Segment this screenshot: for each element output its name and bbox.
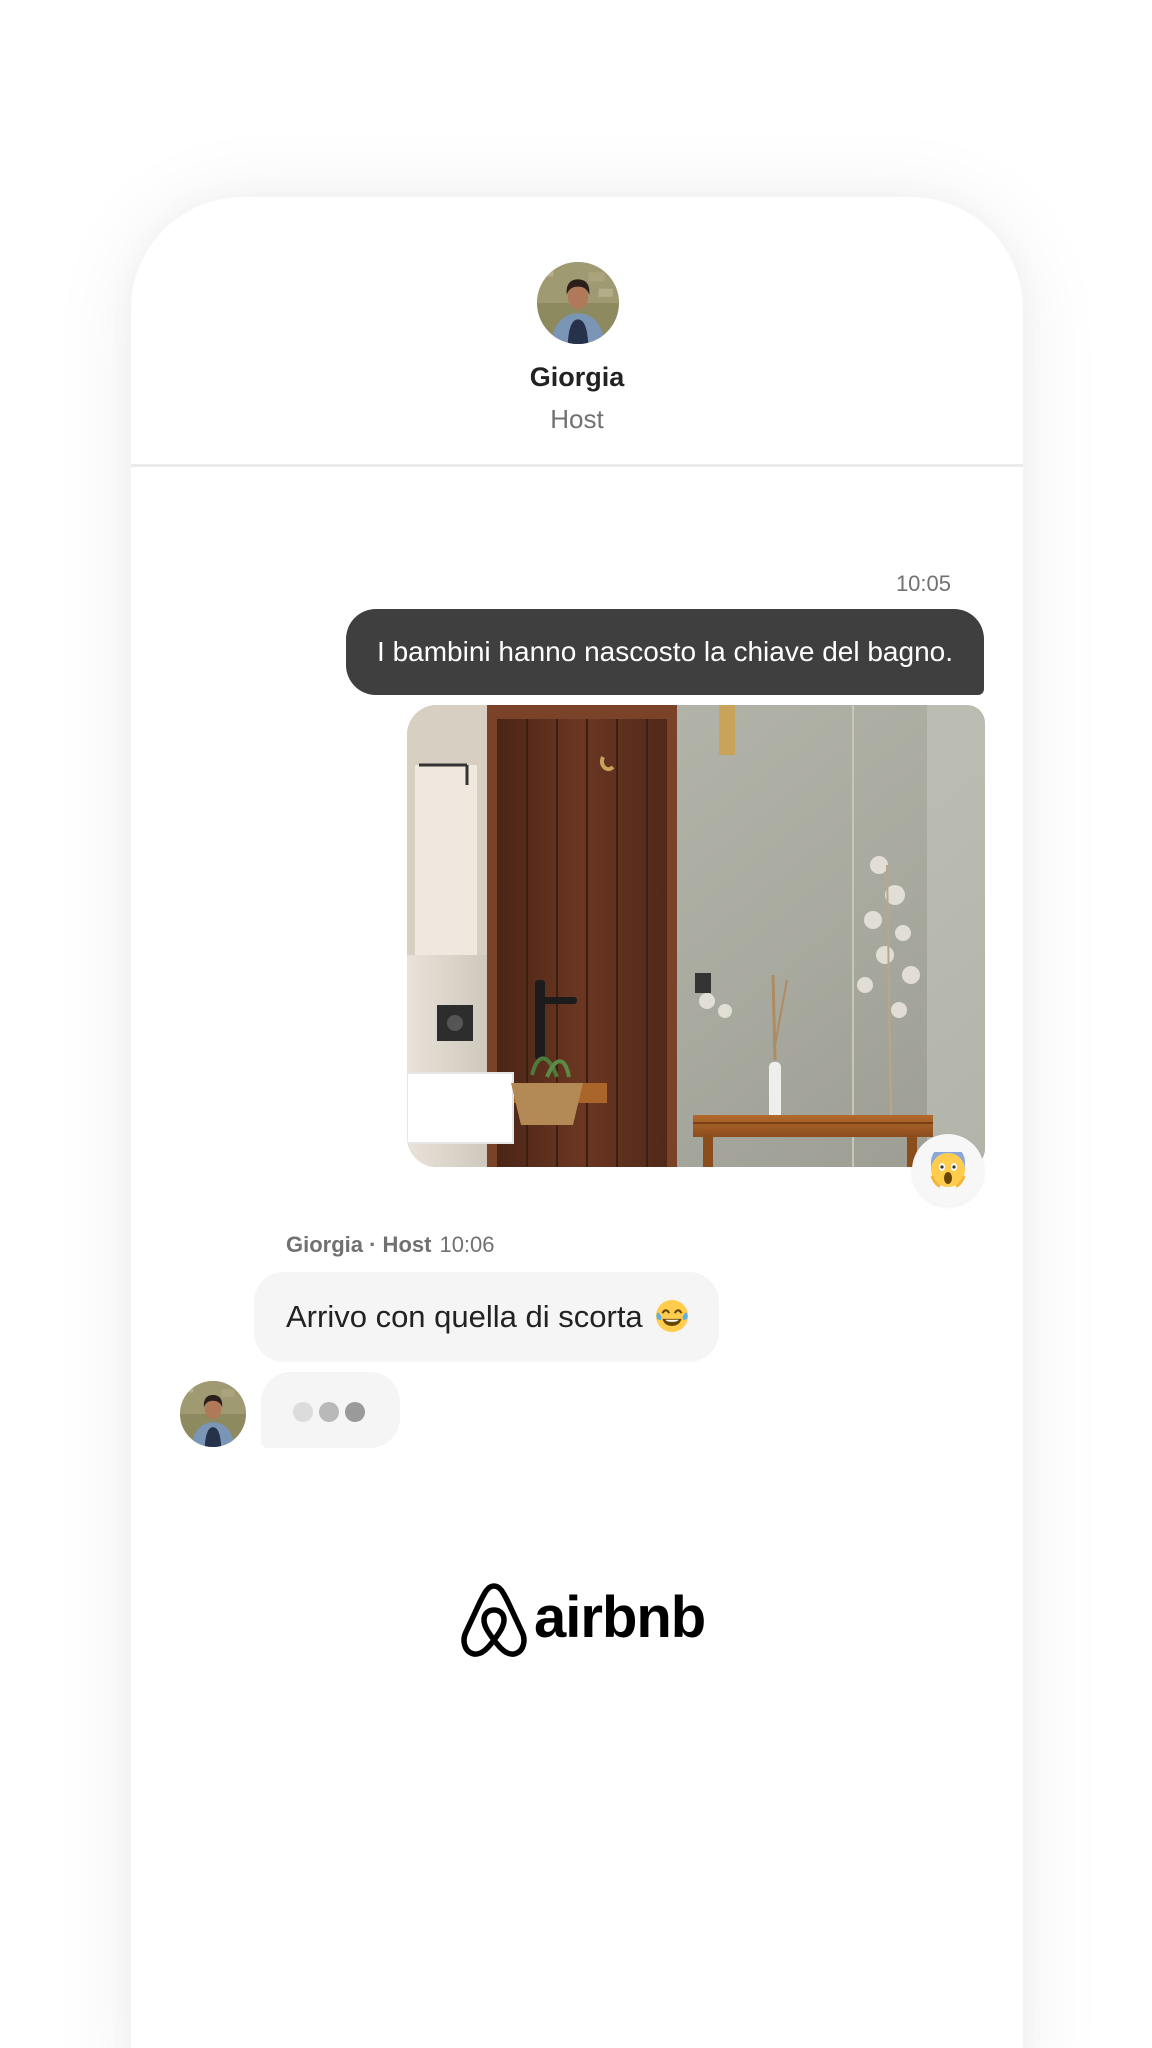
incoming-message-text: Arrivo con quella di scorta	[286, 1299, 643, 1334]
page: Giorgia Host 10:05 I bambini hanno nasco…	[0, 0, 1152, 2048]
incoming-message-meta: Giorgia · Host 10:06	[286, 1232, 495, 1258]
host-avatar[interactable]	[537, 262, 619, 344]
airbnb-logo: airbnb	[458, 1582, 706, 1658]
screaming-face-emoji	[930, 1152, 966, 1188]
outgoing-message-bubble[interactable]: I bambini hanno nascosto la chiave del b…	[346, 609, 984, 695]
incoming-timestamp: 10:06	[439, 1232, 495, 1257]
typing-host-avatar[interactable]	[180, 1381, 246, 1447]
chat-screen: Giorgia Host 10:05 I bambini hanno nasco…	[131, 197, 1023, 2048]
typing-dot	[345, 1402, 365, 1422]
bathroom-door-photo[interactable]	[407, 705, 985, 1167]
incoming-message-bubble[interactable]: Arrivo con quella di scorta	[254, 1272, 720, 1362]
host-name: Giorgia	[529, 362, 625, 392]
screaming-face-emoji-reaction[interactable]	[912, 1134, 984, 1206]
airbnb-wordmark: airbnb	[534, 1585, 706, 1650]
typing-indicator	[261, 1372, 400, 1448]
typing-dot	[293, 1402, 313, 1422]
chat-header: Giorgia Host	[131, 197, 1023, 467]
airbnb-belo-icon	[458, 1582, 530, 1658]
outgoing-timestamp: 10:05	[895, 571, 951, 596]
incoming-sender: Giorgia · Host	[286, 1232, 432, 1257]
host-role: Host	[550, 404, 604, 434]
laughing-tears-emoji	[655, 1299, 689, 1333]
typing-dot	[319, 1402, 339, 1422]
